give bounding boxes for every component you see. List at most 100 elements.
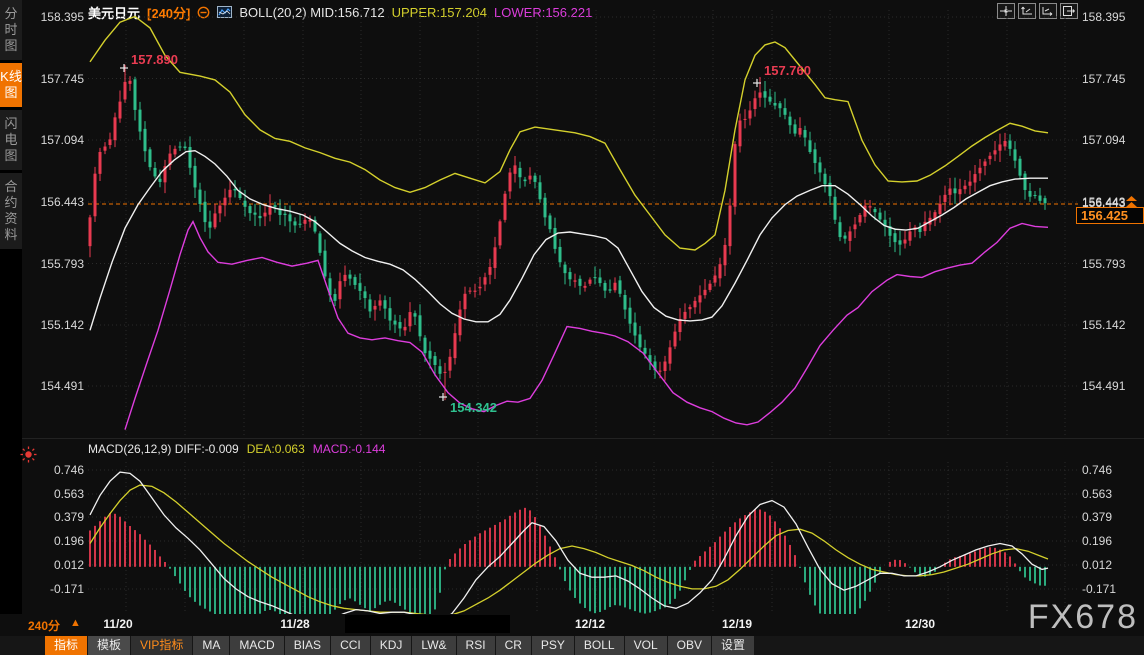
toolbar-item-BIAS[interactable]: BIAS xyxy=(285,636,330,655)
candle-body xyxy=(379,300,382,305)
candle-body xyxy=(229,190,232,198)
candle-body xyxy=(369,299,372,311)
candle-body xyxy=(994,150,997,154)
candle-body xyxy=(244,201,247,207)
candle-body xyxy=(734,144,737,207)
toolbar-item-指标[interactable]: 指标 xyxy=(45,636,87,655)
candle-body xyxy=(344,275,347,281)
candle-body xyxy=(869,206,872,207)
macd-dea-label: DEA:0.063 xyxy=(247,442,305,456)
candle-body xyxy=(754,98,757,109)
candle-body xyxy=(504,194,507,220)
candle-body xyxy=(234,189,237,190)
candle-body xyxy=(774,103,777,106)
macd-label-left: 0.379 xyxy=(38,510,84,524)
boll-lower-line xyxy=(125,222,1048,430)
candle-body xyxy=(619,280,622,293)
date-label: 11/28 xyxy=(280,617,309,631)
candle-body xyxy=(134,79,137,110)
candle-body xyxy=(359,283,362,291)
candle-body xyxy=(434,356,437,365)
candle-body xyxy=(284,214,287,215)
price-label-right: 157.094 xyxy=(1082,133,1134,147)
toolbar-item-RSI[interactable]: RSI xyxy=(457,636,495,655)
candle-body xyxy=(189,147,192,168)
candle-body xyxy=(1009,141,1012,149)
candle-body xyxy=(814,149,817,163)
candle-body xyxy=(949,189,952,195)
toolbar-item-BOLL[interactable]: BOLL xyxy=(575,636,624,655)
toolbar-item-模板[interactable]: 模板 xyxy=(88,636,130,655)
toolbar-item-CCI[interactable]: CCI xyxy=(331,636,370,655)
macd-label-right: -0.171 xyxy=(1082,582,1134,596)
alarm-dot-icon[interactable] xyxy=(20,446,37,468)
candle-body xyxy=(554,228,557,249)
candle-body xyxy=(339,281,342,299)
candle-body xyxy=(684,312,687,319)
candle-body xyxy=(634,323,637,336)
candle-body xyxy=(114,117,117,140)
candle-body xyxy=(724,245,727,265)
candle-body xyxy=(219,206,222,214)
toolbar-item-MA[interactable]: MA xyxy=(193,636,229,655)
candle-body xyxy=(744,119,747,120)
toolbar-item-CR[interactable]: CR xyxy=(496,636,531,655)
current-price-box: 156.425 xyxy=(1076,207,1144,224)
toolbar-item-OBV[interactable]: OBV xyxy=(668,636,711,655)
candle-body xyxy=(209,222,212,228)
price-label-left: 154.491 xyxy=(38,379,84,393)
toolbar-item-VOL[interactable]: VOL xyxy=(625,636,667,655)
toolbar-item-KDJ[interactable]: KDJ xyxy=(371,636,412,655)
candle-body xyxy=(249,206,252,213)
candle-body xyxy=(199,190,202,204)
period-selector[interactable]: 240分 xyxy=(28,617,60,634)
toolbar-item-VIP指标[interactable]: VIP指标 xyxy=(131,636,192,655)
candle-body xyxy=(699,295,702,302)
candle-body xyxy=(404,327,407,330)
candle-body xyxy=(669,347,672,363)
candle-body xyxy=(559,247,562,262)
candle-body xyxy=(354,277,357,285)
candle-body xyxy=(399,322,402,328)
date-label: 12/19 xyxy=(722,617,752,631)
candle-body xyxy=(829,183,832,196)
candle-body xyxy=(809,140,812,152)
candle-body xyxy=(624,295,627,310)
candle-body xyxy=(494,247,497,268)
candle-body xyxy=(389,308,392,320)
candle-body xyxy=(859,215,862,222)
toolbar-item-LW&[interactable]: LW& xyxy=(412,636,455,655)
toolbar-item-MACD[interactable]: MACD xyxy=(230,636,283,655)
price-label-right: 158.395 xyxy=(1082,10,1134,24)
macd-label-right: 0.746 xyxy=(1082,463,1134,477)
candle-body xyxy=(569,272,572,279)
candle-body xyxy=(879,213,882,220)
candle-body xyxy=(539,182,542,199)
candle-body xyxy=(709,284,712,290)
candle-body xyxy=(789,117,792,126)
candle-body xyxy=(764,91,767,97)
price-label-right: 155.793 xyxy=(1082,257,1134,271)
candle-body xyxy=(874,209,877,212)
candle-body xyxy=(564,265,567,274)
price-label-left: 155.142 xyxy=(38,318,84,332)
toolbar-item-PSY[interactable]: PSY xyxy=(532,636,574,655)
up-triangle-icon[interactable]: ▲ xyxy=(70,617,81,629)
candle-body xyxy=(474,291,477,292)
candle-body xyxy=(384,300,387,308)
candle-body xyxy=(119,102,122,119)
candle-body xyxy=(264,213,267,217)
toolbar-item-设置[interactable]: 设置 xyxy=(712,636,754,655)
candle-body xyxy=(499,221,502,245)
candle-body xyxy=(419,315,422,336)
candle-body xyxy=(469,291,472,292)
indicator-toolbar: 指标模板VIP指标MAMACDBIASCCIKDJLW&RSICRPSYBOLL… xyxy=(0,636,1144,655)
panel-divider xyxy=(22,438,1144,439)
candle-body xyxy=(989,156,992,159)
candle-body xyxy=(739,120,742,146)
candle-body xyxy=(184,147,187,149)
annotation-markers xyxy=(120,64,761,401)
candle-body xyxy=(104,146,107,150)
candle-body xyxy=(274,205,277,207)
candle-body xyxy=(964,186,967,189)
